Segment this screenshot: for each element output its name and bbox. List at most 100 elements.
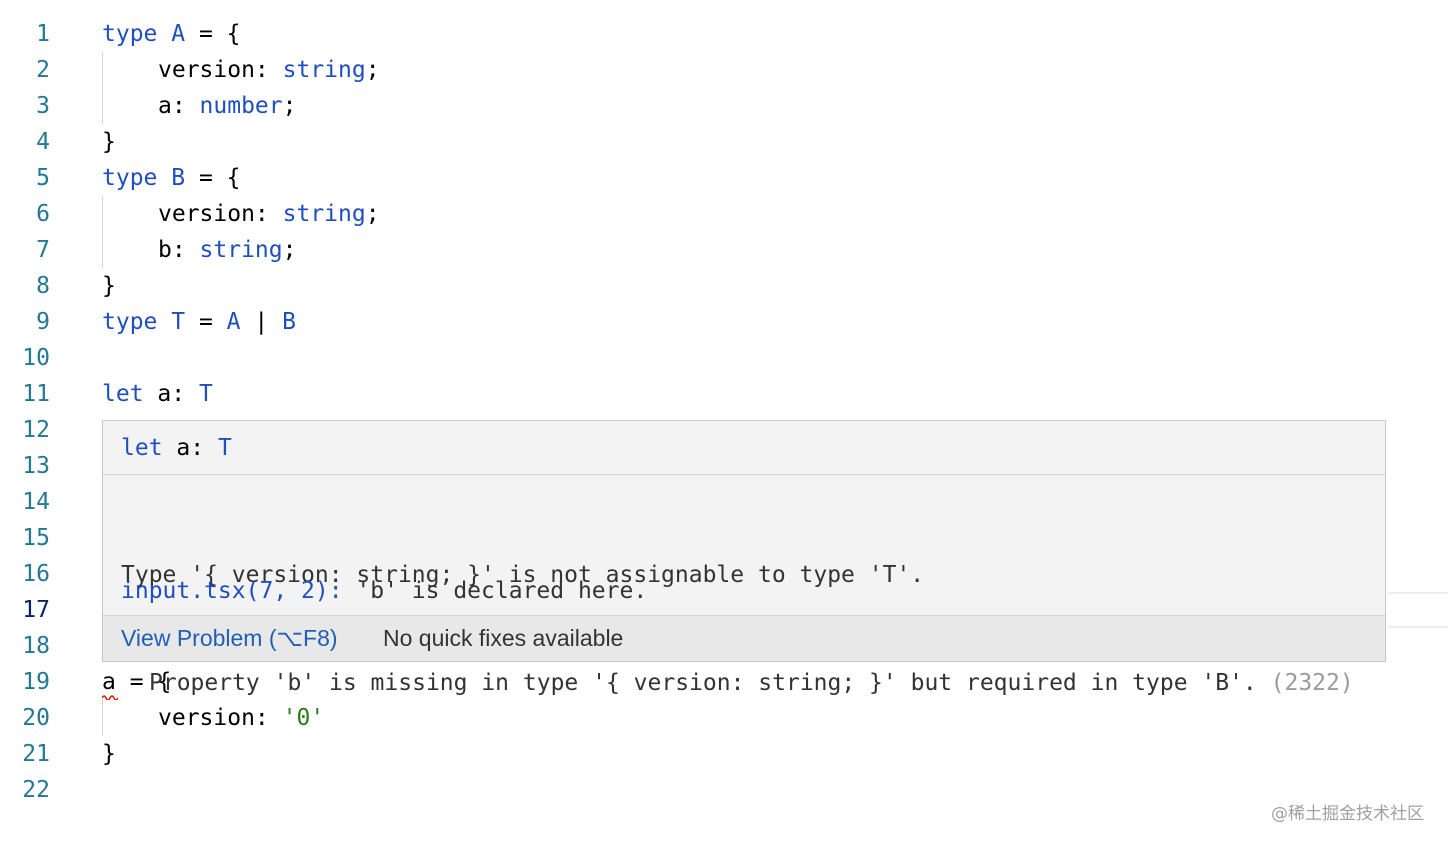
code-token: string xyxy=(282,201,366,227)
code-token: type xyxy=(102,165,158,191)
code-token: A xyxy=(226,309,241,335)
line-number: 17 xyxy=(22,597,50,623)
hover-status-bar: View Problem (⌥F8) No quick fixes availa… xyxy=(103,615,1385,661)
line-number: 12 xyxy=(22,417,50,443)
code-token: } xyxy=(102,129,116,155)
line-number: 9 xyxy=(36,309,50,335)
related-location-link[interactable]: input.tsx(7, 2): xyxy=(121,578,343,604)
code-token: = { xyxy=(185,165,241,191)
code-token: } xyxy=(102,273,116,299)
code-line[interactable]: 11 let a: T xyxy=(0,376,1448,412)
line-number: 6 xyxy=(36,201,50,227)
code-token: type xyxy=(102,309,158,335)
line-number: 22 xyxy=(22,777,50,803)
code-line[interactable]: 1 type A = { xyxy=(0,16,1448,52)
code-line[interactable]: 2 version: string; xyxy=(0,52,1448,88)
hover-widget[interactable]: let a: T Type '{ version: string; }' is … xyxy=(102,420,1386,696)
line-number: 21 xyxy=(22,741,50,767)
code-line[interactable]: 8} xyxy=(0,268,1448,304)
line-number: 5 xyxy=(36,165,50,191)
code-token: string xyxy=(199,237,283,263)
line-number: 16 xyxy=(22,561,50,587)
watermark: @稀土掘金技术社区 xyxy=(1271,804,1424,824)
related-message: 'b' is declared here. xyxy=(342,578,648,604)
code-token: a: xyxy=(143,381,199,407)
code-token: version: xyxy=(158,57,283,83)
code-token: number xyxy=(199,93,283,119)
code-line[interactable]: 3 a: number; xyxy=(0,88,1448,124)
related-info: input.tsx(7, 2): 'b' is declared here. xyxy=(121,573,647,609)
view-problem-button[interactable]: View Problem (⌥F8) xyxy=(121,616,338,660)
code-token: T xyxy=(198,381,213,407)
code-token: b: xyxy=(158,237,200,263)
line-number: 11 xyxy=(22,381,50,407)
code-token: ; xyxy=(282,93,297,119)
error-squiggle[interactable] xyxy=(102,694,118,700)
line-code: a: number; xyxy=(102,88,297,124)
line-number: 13 xyxy=(22,453,50,479)
code-token: T xyxy=(171,309,186,335)
line-code: let a: T xyxy=(102,376,213,412)
code-token: type xyxy=(102,21,158,47)
line-number: 3 xyxy=(36,93,50,119)
code-line[interactable]: 4} xyxy=(0,124,1448,160)
line-code: version: string; xyxy=(102,52,380,88)
line-number: 1 xyxy=(36,21,50,47)
code-token: ; xyxy=(282,237,297,263)
line-code: b: string; xyxy=(102,232,297,268)
code-token: = { xyxy=(185,21,241,47)
line-number: 14 xyxy=(22,489,50,515)
code-line[interactable]: 22 xyxy=(0,772,1448,808)
code-token: T xyxy=(217,435,232,461)
code-token: let xyxy=(102,381,144,407)
line-number: 18 xyxy=(22,633,50,659)
line-code: type B = { xyxy=(102,160,241,196)
code-editor[interactable]: 1 type A = {2 version: string; 3 a: number; 4… xyxy=(0,0,1448,846)
line-code: type T = A | B xyxy=(102,304,296,340)
indent-guide-block-obj xyxy=(102,700,103,736)
line-number: 10 xyxy=(22,345,50,371)
current-line-highlight xyxy=(1388,592,1448,628)
code-token: let xyxy=(121,435,163,461)
code-token: } xyxy=(102,741,116,767)
code-line[interactable]: 7 b: string; xyxy=(0,232,1448,268)
code-token: version: xyxy=(158,201,283,227)
hover-signature-code: let a: T xyxy=(121,430,232,466)
line-number: 4 xyxy=(36,129,50,155)
code-token: a: xyxy=(162,435,218,461)
line-number: 20 xyxy=(22,705,50,731)
code-token: ; xyxy=(365,57,380,83)
code-token: = xyxy=(185,309,227,335)
line-code: } xyxy=(102,124,116,160)
code-token: a: xyxy=(158,93,200,119)
line-code: } xyxy=(102,736,116,772)
code-line[interactable]: 10 xyxy=(0,340,1448,376)
line-number: 7 xyxy=(36,237,50,263)
code-token: B xyxy=(282,309,296,335)
line-number: 15 xyxy=(22,525,50,551)
line-number: 8 xyxy=(36,273,50,299)
code-token: A xyxy=(171,21,186,47)
line-number: 2 xyxy=(36,57,50,83)
code-line[interactable]: 6 version: string; xyxy=(0,196,1448,232)
error-code: (2322) xyxy=(1270,670,1354,696)
code-line[interactable]: 9 type T = A | B xyxy=(0,304,1448,340)
code-token: ; xyxy=(365,201,380,227)
code-token: | xyxy=(240,309,283,335)
error-message-detail: Property 'b' is missing in type '{ versi… xyxy=(149,670,1257,696)
code-token: B xyxy=(171,165,186,191)
line-code: type A = { xyxy=(102,16,241,52)
no-quick-fixes-label: No quick fixes available xyxy=(383,625,624,651)
code-line[interactable]: 5 type B = { xyxy=(0,160,1448,196)
code-token: string xyxy=(282,57,366,83)
indent-guide-block-a xyxy=(102,52,103,124)
line-number: 19 xyxy=(22,669,50,695)
error-message-line-2: Property 'b' is missing in type '{ versi… xyxy=(121,665,1354,701)
line-code: } xyxy=(102,268,116,304)
line-code: version: string; xyxy=(102,196,380,232)
hover-signature: let a: T xyxy=(103,421,1385,475)
indent-guide-block-b xyxy=(102,196,103,268)
